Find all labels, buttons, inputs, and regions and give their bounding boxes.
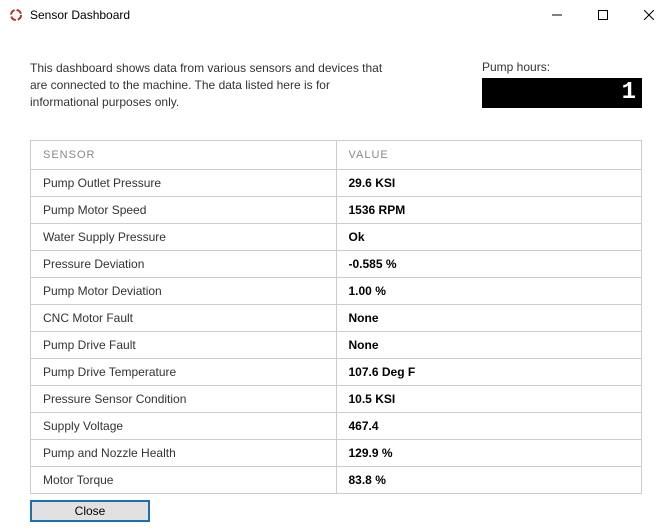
table-row: Pressure Deviation-0.585 % bbox=[31, 251, 642, 278]
sensor-name-cell: Pump and Nozzle Health bbox=[31, 440, 337, 467]
sensor-value-cell: 29.6 KSI bbox=[336, 170, 642, 197]
sensor-value-cell: 107.6 Deg F bbox=[336, 359, 642, 386]
sensor-name-cell: Water Supply Pressure bbox=[31, 224, 337, 251]
pump-hours-value: 1 bbox=[482, 78, 642, 108]
close-window-button[interactable] bbox=[626, 0, 672, 30]
sensor-value-cell: 1.00 % bbox=[336, 278, 642, 305]
maximize-button[interactable] bbox=[580, 0, 626, 30]
sensor-value-cell: 467.4 bbox=[336, 413, 642, 440]
table-row: Pump Motor Deviation1.00 % bbox=[31, 278, 642, 305]
close-button[interactable]: Close bbox=[30, 500, 150, 522]
sensor-name-cell: Motor Torque bbox=[31, 467, 337, 494]
table-row: Pressure Sensor Condition10.5 KSI bbox=[31, 386, 642, 413]
sensor-name-cell: CNC Motor Fault bbox=[31, 305, 337, 332]
sensor-value-cell: 83.8 % bbox=[336, 467, 642, 494]
sensor-value-cell: None bbox=[336, 305, 642, 332]
app-icon bbox=[8, 7, 24, 23]
top-row: This dashboard shows data from various s… bbox=[30, 60, 642, 110]
sensor-value-cell: Ok bbox=[336, 224, 642, 251]
sensor-value-cell: 10.5 KSI bbox=[336, 386, 642, 413]
pump-hours-label: Pump hours: bbox=[482, 60, 642, 74]
table-row: Pump and Nozzle Health129.9 % bbox=[31, 440, 642, 467]
table-row: Pump Drive FaultNone bbox=[31, 332, 642, 359]
window-title: Sensor Dashboard bbox=[30, 8, 534, 22]
sensor-value-cell: 129.9 % bbox=[336, 440, 642, 467]
sensor-name-cell: Pump Outlet Pressure bbox=[31, 170, 337, 197]
table-row: Supply Voltage467.4 bbox=[31, 413, 642, 440]
sensor-name-cell: Pressure Sensor Condition bbox=[31, 386, 337, 413]
sensor-name-cell: Supply Voltage bbox=[31, 413, 337, 440]
sensor-value-cell: 1536 RPM bbox=[336, 197, 642, 224]
table-row: Pump Outlet Pressure29.6 KSI bbox=[31, 170, 642, 197]
sensor-table-wrap: SENSOR VALUE Pump Outlet Pressure29.6 KS… bbox=[30, 140, 642, 494]
sensor-name-cell: Pump Drive Temperature bbox=[31, 359, 337, 386]
sensor-name-cell: Pressure Deviation bbox=[31, 251, 337, 278]
table-row: Pump Drive Temperature107.6 Deg F bbox=[31, 359, 642, 386]
dashboard-window: Sensor Dashboard This dashboard shows da… bbox=[0, 0, 672, 518]
table-row: Pump Motor Speed1536 RPM bbox=[31, 197, 642, 224]
sensor-name-cell: Pump Motor Deviation bbox=[31, 278, 337, 305]
sensor-name-cell: Pump Drive Fault bbox=[31, 332, 337, 359]
pump-hours-block: Pump hours: 1 bbox=[482, 60, 642, 110]
table-row: Motor Torque83.8 % bbox=[31, 467, 642, 494]
table-header-row: SENSOR VALUE bbox=[31, 141, 642, 170]
dashboard-description: This dashboard shows data from various s… bbox=[30, 60, 400, 110]
content-area: This dashboard shows data from various s… bbox=[0, 30, 672, 532]
sensor-table: SENSOR VALUE Pump Outlet Pressure29.6 KS… bbox=[30, 140, 642, 494]
sensor-name-cell: Pump Motor Speed bbox=[31, 197, 337, 224]
header-sensor: SENSOR bbox=[31, 141, 337, 170]
minimize-button[interactable] bbox=[534, 0, 580, 30]
table-row: CNC Motor FaultNone bbox=[31, 305, 642, 332]
header-value: VALUE bbox=[336, 141, 642, 170]
window-controls bbox=[534, 0, 672, 30]
sensor-value-cell: -0.585 % bbox=[336, 251, 642, 278]
titlebar: Sensor Dashboard bbox=[0, 0, 672, 30]
table-row: Water Supply PressureOk bbox=[31, 224, 642, 251]
sensor-value-cell: None bbox=[336, 332, 642, 359]
footer: Close bbox=[30, 494, 642, 522]
